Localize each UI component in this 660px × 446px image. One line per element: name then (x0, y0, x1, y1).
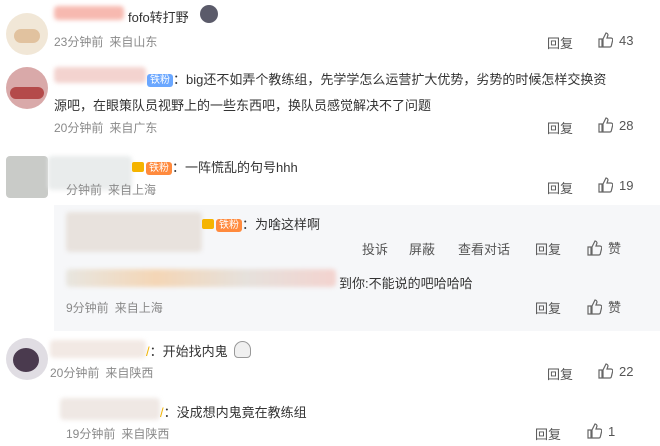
reply-button[interactable]: 回复 (547, 118, 573, 137)
like-button[interactable]: 43 (597, 32, 633, 48)
avatar[interactable] (6, 67, 48, 109)
comment-text: 铁粉 ：一阵慌乱的句号hhh (132, 157, 298, 176)
thumbs-up-icon (587, 298, 602, 315)
ghost-emoji-icon (234, 341, 251, 358)
avatar[interactable] (6, 156, 48, 198)
like-button[interactable]: 28 (597, 117, 633, 133)
comment-time: 23分钟前 (54, 35, 104, 49)
comment-text: /：开始找内鬼 (146, 341, 251, 360)
comment-location: 来自陕西 (121, 427, 170, 441)
thumbs-up-icon (587, 423, 602, 439)
comment-location: 来自上海 (108, 183, 157, 197)
reply-button[interactable]: 回复 (535, 298, 561, 317)
fan-badge: 铁粉 (216, 219, 242, 232)
comment-meta: 9分钟前 来自上海 (66, 299, 163, 316)
comment-time: 20分钟前 (54, 121, 104, 135)
like-button[interactable]: 1 (586, 423, 615, 439)
like-button[interactable]: 22 (597, 363, 633, 379)
like-count: 43 (619, 32, 634, 48)
like-count: 1 (608, 423, 616, 439)
cat-emoji-icon (200, 5, 218, 23)
like-count: 22 (619, 363, 634, 379)
username-redacted (54, 6, 124, 20)
fan-badge: 铁粉 (146, 162, 172, 175)
comment-location: 来自陕西 (105, 366, 154, 380)
crown-icon (132, 162, 144, 172)
thumbs-up-icon (598, 363, 613, 379)
thumbs-up-icon (598, 177, 613, 193)
username-redacted (54, 67, 146, 83)
sub-reply-text: 铁粉 ：为啥这样啊 (202, 214, 320, 233)
username-redacted (60, 398, 160, 420)
report-button[interactable]: 投诉 (362, 239, 388, 258)
comment-text: /：没成想内鬼竟在教练组 (160, 405, 307, 420)
reply-button[interactable]: 回复 (535, 239, 561, 258)
sub-reply-text: 到你:不能说的吧哈哈哈 (339, 276, 473, 291)
username-redacted (50, 340, 146, 358)
username-redacted (66, 212, 202, 252)
like-label: 赞 (608, 300, 622, 315)
comment-meta: 23分钟前 来自山东 (54, 33, 157, 50)
comment-text-line1: 铁粉 ：big还不如弄个教练组，先学学怎么运营扩大优势，劣势的时候怎样交换资 (147, 69, 606, 88)
like-count: 19 (619, 177, 634, 193)
like-count: 28 (619, 117, 634, 133)
like-button[interactable]: 19 (597, 177, 633, 193)
comment-location: 来自山东 (109, 35, 158, 49)
view-conversation-button[interactable]: 查看对话 (458, 239, 510, 258)
comment-text-line2: 源吧，在眼策队员视野上的一些东西吧，换队员感觉解决不了问题 (54, 98, 432, 113)
comment-meta: 分钟前 来自上海 (66, 181, 156, 198)
comment-time: 19分钟前 (66, 427, 116, 441)
comment-location: 来自广东 (109, 121, 158, 135)
avatar[interactable] (6, 338, 48, 380)
reply-button[interactable]: 回复 (547, 33, 573, 52)
reply-button[interactable]: 回复 (535, 424, 561, 443)
comment-meta: 20分钟前 来自陕西 (50, 364, 153, 381)
like-label: 赞 (608, 241, 622, 256)
thumbs-up-icon (587, 239, 602, 256)
block-button[interactable]: 屏蔽 (409, 239, 435, 258)
comment-time: 分钟前 (66, 183, 103, 197)
like-button[interactable]: 赞 (586, 297, 621, 316)
comment-meta: 20分钟前 来自广东 (54, 119, 157, 136)
like-button[interactable]: 赞 (586, 238, 621, 257)
username-redacted (66, 269, 336, 287)
comment-location: 来自上海 (114, 301, 163, 315)
thumbs-up-icon (598, 32, 613, 48)
reply-button[interactable]: 回复 (547, 364, 573, 383)
reply-button[interactable]: 回复 (547, 178, 573, 197)
comment-time: 9分钟前 (66, 301, 109, 315)
fan-badge: 铁粉 (147, 74, 173, 87)
comment-time: 20分钟前 (50, 366, 100, 380)
crown-icon (202, 219, 214, 229)
thumbs-up-icon (598, 117, 613, 133)
comment-text: fofo转打野 (128, 10, 189, 25)
avatar[interactable] (6, 13, 48, 55)
comment-meta: 19分钟前 来自陕西 (66, 425, 169, 442)
